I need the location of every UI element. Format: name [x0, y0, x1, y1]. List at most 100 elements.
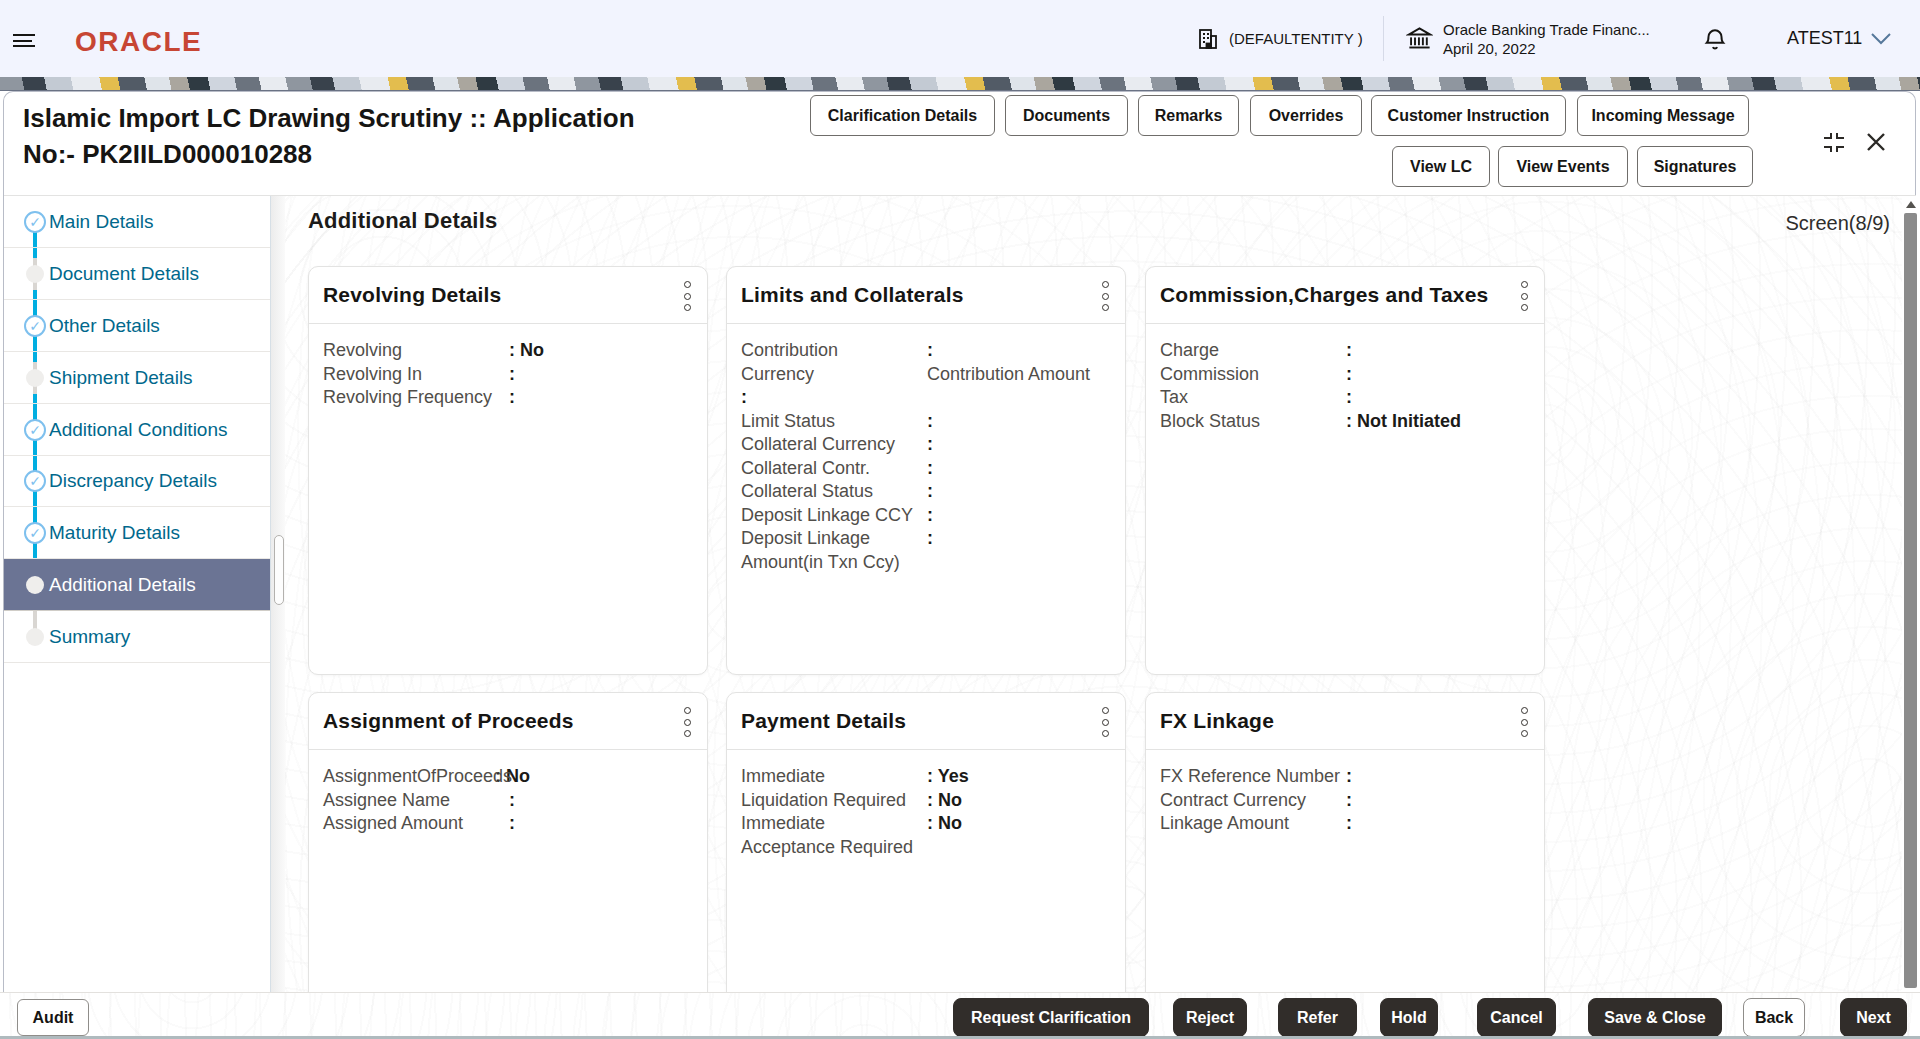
step-check-icon: ✓	[24, 522, 46, 544]
sidebar-item-label: Discrepancy Details	[49, 470, 217, 492]
field-value: :	[509, 363, 515, 387]
field-label: Collateral Currency	[741, 433, 895, 457]
hold-button[interactable]: Hold	[1380, 998, 1438, 1037]
field-label: AssignmentOfProceeds	[323, 765, 512, 789]
kebab-menu-icon[interactable]	[1516, 281, 1532, 311]
field-row: :Limit Status	[741, 410, 1115, 434]
user-menu[interactable]: ATEST11	[1787, 0, 1892, 77]
step-pending-dot-icon	[26, 265, 44, 283]
field-label: :	[741, 386, 747, 410]
field-label: Currency	[741, 363, 814, 387]
scrollbar-up-arrow[interactable]	[1906, 201, 1916, 208]
inner-scrollbar-thumb[interactable]	[274, 535, 284, 605]
sidebar-item-label: Maturity Details	[49, 522, 180, 544]
bank-icon	[1406, 25, 1433, 52]
field-value: :	[927, 504, 933, 528]
field-row: :Collateral Status	[741, 480, 1115, 504]
field-row: : NoAssignmentOfProceeds	[323, 765, 697, 789]
view-lc-button[interactable]: View LC	[1392, 146, 1490, 187]
field-label: Commission	[1160, 363, 1259, 387]
incoming-message-button[interactable]: Incoming Message	[1577, 95, 1749, 136]
field-row: :Collateral Contr.	[741, 457, 1115, 481]
field-value: : No	[927, 812, 962, 836]
audit-button[interactable]: Audit	[17, 999, 89, 1036]
field-row: :Revolving Frequency	[323, 386, 697, 410]
kebab-menu-icon[interactable]	[679, 281, 695, 311]
request-clarification-button[interactable]: Request Clarification	[953, 998, 1149, 1037]
overrides-button[interactable]: Overrides	[1250, 95, 1362, 136]
field-label: FX Reference Number	[1160, 765, 1340, 789]
card-title: FX Linkage	[1160, 709, 1274, 733]
save-close-button[interactable]: Save & Close	[1588, 998, 1722, 1037]
field-value: : Yes	[927, 765, 969, 789]
card-fx-linkage: FX Linkage:FX Reference Number:Contract …	[1145, 692, 1545, 1002]
card-title: Payment Details	[741, 709, 906, 733]
refer-button[interactable]: Refer	[1278, 998, 1357, 1037]
field-value: :	[927, 410, 933, 434]
field-row: :Linkage Amount	[1160, 812, 1534, 836]
back-button[interactable]: Back	[1743, 998, 1805, 1037]
field-label: Assignee Name	[323, 789, 450, 813]
field-label: Charge	[1160, 339, 1219, 363]
field-label: Revolving	[323, 339, 402, 363]
content-heading: Additional Details	[308, 208, 497, 234]
right-scrollbar-thumb[interactable]	[1904, 213, 1917, 988]
step-check-icon: ✓	[24, 211, 46, 233]
sidebar-item-label: Shipment Details	[49, 367, 193, 389]
cancel-button[interactable]: Cancel	[1477, 998, 1556, 1037]
notifications-bell-icon[interactable]	[1702, 26, 1728, 52]
view-events-button[interactable]: View Events	[1498, 146, 1628, 187]
clarification-details-button[interactable]: Clarification Details	[810, 95, 995, 136]
sidebar-item-label: Additional Conditions	[49, 419, 228, 441]
topbar-divider	[1383, 16, 1384, 61]
field-label: Liquidation Required	[741, 789, 906, 813]
card-title: Assignment of Proceeds	[323, 709, 574, 733]
step-check-icon: ✓	[24, 470, 46, 492]
decorative-texture-strip	[0, 77, 1920, 91]
stepper-sidebar: Main Details✓Document DetailsOther Detai…	[4, 196, 270, 992]
step-check-icon: ✓	[24, 419, 46, 441]
field-value: :	[927, 433, 933, 457]
field-row: : Charge	[1160, 339, 1534, 363]
kebab-menu-icon[interactable]	[1516, 707, 1532, 737]
field-value: :	[927, 457, 933, 481]
entity-selector[interactable]: (DEFAULTENTITY )	[1196, 0, 1363, 77]
field-row: : No Revolving	[323, 339, 697, 363]
field-value: : No	[509, 339, 544, 363]
kebab-menu-icon[interactable]	[679, 707, 695, 737]
chevron-down-icon	[1870, 32, 1892, 46]
field-value: :	[1346, 386, 1352, 410]
collapse-icon[interactable]	[1822, 132, 1846, 153]
screen-indicator: Screen(8/9)	[1690, 212, 1890, 235]
field-value: : No	[927, 789, 962, 813]
field-label: Contract Currency	[1160, 789, 1306, 813]
signatures-button[interactable]: Signatures	[1637, 146, 1753, 187]
field-value: :	[1346, 363, 1352, 387]
close-icon[interactable]	[1866, 132, 1886, 152]
field-label: Deposit LinkageAmount(in Txn Ccy)	[741, 527, 900, 574]
next-button[interactable]: Next	[1840, 998, 1907, 1037]
card-title: Revolving Details	[323, 283, 501, 307]
field-label: Assigned Amount	[323, 812, 463, 836]
step-pending-dot-icon	[26, 628, 44, 646]
building-icon	[1196, 27, 1220, 51]
field-value: :	[1346, 339, 1352, 363]
customer-instruction-button[interactable]: Customer Instruction	[1371, 95, 1566, 136]
card-title: Limits and Collaterals	[741, 283, 964, 307]
field-row: : NoImmediateAcceptance Required	[741, 812, 1115, 859]
field-row: Contribution AmountCurrency	[741, 363, 1115, 387]
field-label: Immediate	[741, 765, 825, 789]
remarks-button[interactable]: Remarks	[1138, 95, 1239, 136]
documents-button[interactable]: Documents	[1005, 95, 1128, 136]
field-value: :	[509, 812, 515, 836]
sidebar-item-label: Summary	[49, 626, 130, 648]
app-date: April 20, 2022	[1443, 39, 1650, 58]
branch-selector[interactable]: Oracle Banking Trade Financ... April 20,…	[1406, 0, 1650, 77]
kebab-menu-icon[interactable]	[1097, 281, 1113, 311]
kebab-menu-icon[interactable]	[1097, 707, 1113, 737]
hamburger-menu-icon[interactable]	[13, 34, 35, 47]
step-pending-dot-icon	[26, 369, 44, 387]
field-label: Revolving In	[323, 363, 422, 387]
field-row: :Contract Currency	[1160, 789, 1534, 813]
reject-button[interactable]: Reject	[1173, 998, 1247, 1037]
